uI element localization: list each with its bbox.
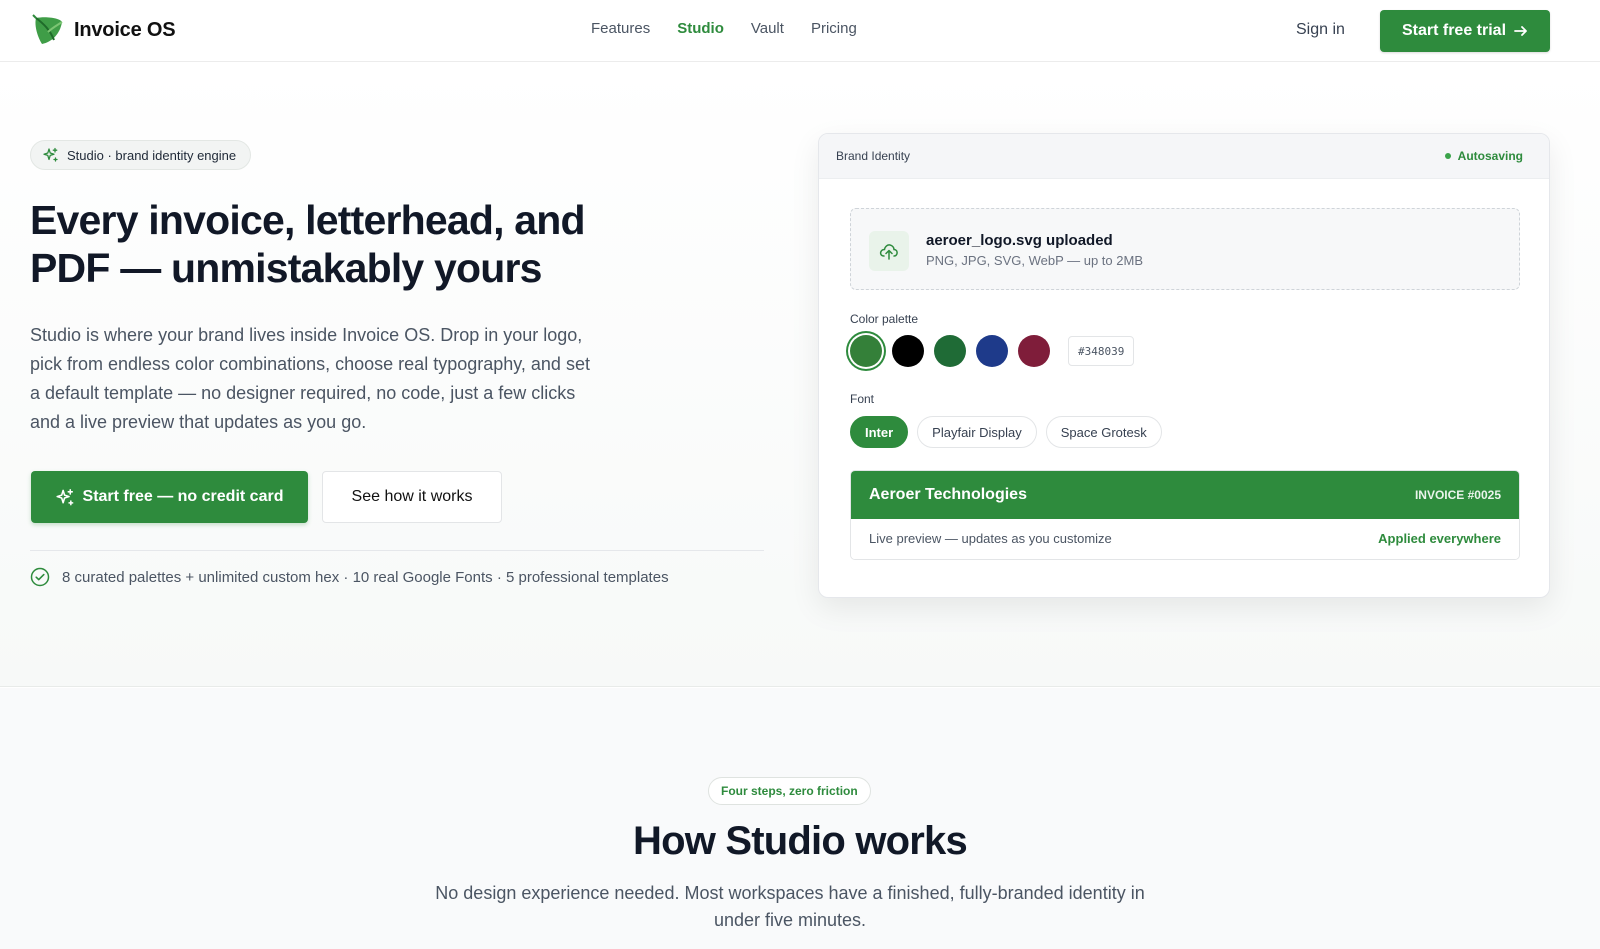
see-how-it-works-label: See how it works bbox=[351, 488, 473, 505]
feature-summary-text: 8 curated palettes + unlimited custom he… bbox=[62, 568, 669, 586]
preview-header-bar: Aeroer Technologies INVOICE #0025 bbox=[851, 471, 1519, 519]
swatch-black[interactable] bbox=[892, 335, 924, 367]
arrow-right-icon bbox=[1514, 26, 1527, 36]
autosave-label: Autosaving bbox=[1457, 149, 1523, 163]
check-circle-icon bbox=[30, 567, 50, 587]
start-free-trial-button[interactable]: Start free trial bbox=[1380, 10, 1550, 52]
font-chip-space-grotesk[interactable]: Space Grotesk bbox=[1045, 416, 1162, 448]
swatch-dark-green[interactable] bbox=[934, 335, 966, 367]
section-pill: Four steps, zero friction bbox=[708, 777, 871, 805]
preview-live-text: Live preview — updates as you customize bbox=[869, 531, 1112, 546]
uploaded-file-name: aeroer_logo.svg uploaded bbox=[926, 232, 1113, 249]
hero-divider bbox=[30, 550, 764, 551]
start-free-trial-label: Start free trial bbox=[1401, 22, 1507, 39]
card-header: Brand Identity Autosaving bbox=[819, 134, 1549, 179]
cloud-upload-icon bbox=[879, 244, 898, 260]
hex-color-value: #348039 bbox=[1078, 344, 1125, 358]
sparkles-icon bbox=[55, 488, 73, 505]
nav-link-studio[interactable]: Studio bbox=[677, 20, 724, 37]
nav-links: Features Studio Vault Pricing bbox=[591, 20, 857, 37]
sign-in-link[interactable]: Sign in bbox=[1296, 21, 1345, 39]
preview-company-name: Aeroer Technologies bbox=[869, 486, 1027, 503]
card-title: Brand Identity bbox=[836, 149, 911, 163]
brand-name: Invoice OS bbox=[74, 18, 176, 41]
upload-hint: PNG, JPG, SVG, WebP — up to 2MB bbox=[926, 253, 1143, 268]
brand-identity-card: Brand Identity Autosaving aeroer_logo.sv… bbox=[818, 133, 1550, 598]
sparkles-icon bbox=[43, 147, 58, 162]
invoice-live-preview: Aeroer Technologies INVOICE #0025 Live p… bbox=[850, 470, 1520, 560]
status-dot-icon bbox=[1444, 153, 1451, 159]
color-swatches: #348039 bbox=[850, 335, 1135, 367]
section-title: How Studio works bbox=[633, 819, 968, 863]
start-free-button[interactable]: Start free — no credit card bbox=[31, 471, 308, 523]
autosave-status: Autosaving bbox=[1444, 149, 1523, 163]
top-nav: Invoice OS Features Studio Vault Pricing… bbox=[0, 0, 1600, 62]
font-chip-inter[interactable]: Inter bbox=[850, 416, 909, 448]
hero-title-line-1: Every invoice, letterhead, and bbox=[30, 197, 586, 243]
section-description: No design experience needed. Most worksp… bbox=[435, 883, 1145, 930]
hex-color-input[interactable]: #348039 bbox=[1068, 336, 1135, 366]
brand[interactable]: Invoice OS bbox=[30, 12, 176, 48]
start-free-label: Start free — no credit card bbox=[82, 488, 284, 505]
nav-link-pricing[interactable]: Pricing bbox=[811, 20, 857, 37]
preview-invoice-number: INVOICE #0025 bbox=[1414, 488, 1501, 502]
font-chips: Inter Playfair Display Space Grotesk bbox=[850, 416, 1162, 448]
leaf-logo-icon bbox=[32, 14, 63, 44]
see-how-it-works-button[interactable]: See how it works bbox=[322, 471, 502, 523]
font-chip-playfair-display[interactable]: Playfair Display bbox=[917, 416, 1037, 448]
color-palette-label: Color palette bbox=[850, 312, 919, 326]
preview-applied-text: Applied everywhere bbox=[1378, 531, 1501, 546]
how-it-works-section: Four steps, zero friction How Studio wor… bbox=[0, 688, 1600, 949]
swatch-crimson[interactable] bbox=[1018, 335, 1050, 367]
swatch-green[interactable] bbox=[850, 335, 882, 367]
preview-footer: Live preview — updates as you customize … bbox=[851, 519, 1519, 559]
hero-description: Studio is where your brand lives inside … bbox=[30, 325, 590, 432]
studio-badge-label: Studio · brand identity engine bbox=[67, 147, 237, 163]
nav-link-features[interactable]: Features bbox=[591, 20, 650, 37]
hero-section: Studio · brand identity engine Every inv… bbox=[0, 62, 1600, 687]
font-label: Font bbox=[850, 392, 875, 406]
studio-badge: Studio · brand identity engine bbox=[30, 140, 252, 170]
hero-title: Every invoice, letterhead, and PDF — unm… bbox=[30, 196, 630, 292]
upload-icon-container bbox=[869, 231, 909, 271]
swatch-blue[interactable] bbox=[976, 335, 1008, 367]
nav-link-vault[interactable]: Vault bbox=[751, 20, 784, 37]
hero-title-line-2: PDF — unmistakably yours bbox=[30, 245, 542, 291]
logo-upload-dropzone[interactable]: aeroer_logo.svg uploaded PNG, JPG, SVG, … bbox=[850, 208, 1520, 290]
feature-summary: 8 curated palettes + unlimited custom he… bbox=[30, 567, 669, 587]
